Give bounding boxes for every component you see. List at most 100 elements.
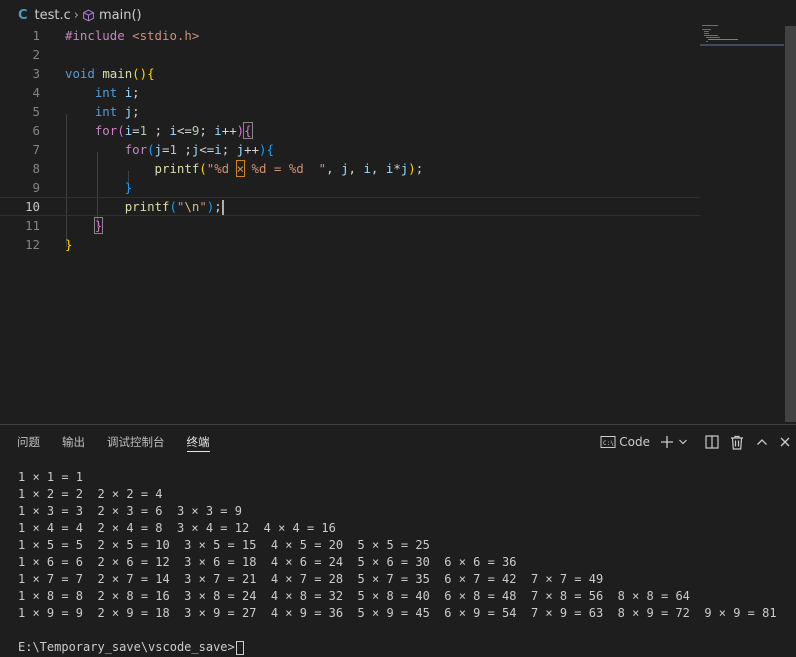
panel-tabs: 问题 输出 调试控制台 终端	[0, 425, 560, 459]
code-line[interactable]: 8 printf("%d × %d = %d ", j, i, i*j);	[0, 159, 700, 178]
code-token: main	[102, 66, 133, 81]
svg-text:C:\: C:\	[603, 440, 614, 447]
panel-tab[interactable]: 问题	[17, 425, 40, 459]
code-token: ()	[132, 66, 148, 81]
code-token: )	[259, 142, 267, 157]
code-token: <=	[176, 123, 192, 138]
code-token: j	[341, 161, 349, 176]
code-text: #include <stdio.h>	[65, 26, 199, 45]
minimap-slider[interactable]	[700, 44, 784, 46]
code-line[interactable]: 11 }	[0, 216, 700, 235]
code-token: printf	[154, 161, 200, 176]
line-number: 7	[32, 142, 40, 157]
terminal-line: 1 × 7 = 7 2 × 7 = 14 3 × 7 = 21 4 × 7 = …	[18, 572, 604, 586]
code-text: }	[65, 216, 104, 235]
code-token: <stdio.h>	[132, 28, 200, 43]
code-line[interactable]: 5 int j;	[0, 102, 700, 121]
code-token: ;	[199, 123, 215, 138]
code-token: "%d	[206, 161, 237, 176]
code-token: ,	[348, 161, 364, 176]
code-token: *	[393, 161, 401, 176]
terminal-cmd-icon: C:\	[600, 436, 616, 448]
code-token: ++	[221, 123, 237, 138]
code-token: ;	[132, 85, 140, 100]
panel-tab[interactable]: 输出	[62, 425, 85, 459]
panel-tab[interactable]: 终端	[186, 425, 210, 459]
terminal-line: 1 × 2 = 2 2 × 2 = 4	[18, 487, 163, 501]
code-token: )	[408, 161, 416, 176]
code-token: ;	[176, 142, 192, 157]
code-text: for(i=1 ; i<=9; i++){	[65, 121, 253, 140]
line-number: 1	[32, 28, 40, 43]
line-number: 4	[32, 85, 40, 100]
code-line[interactable]: 7 for(j=1 ;j<=i; j++){	[0, 140, 700, 159]
code-token: (	[169, 199, 177, 214]
code-token: {	[147, 66, 155, 81]
c-file-icon: C	[18, 7, 28, 23]
terminal-line: 1 × 9 = 9 2 × 9 = 18 3 × 9 = 27 4 × 9 = …	[18, 606, 777, 620]
chevron-down-icon[interactable]	[676, 431, 690, 453]
code-line[interactable]: 9 }	[0, 178, 700, 197]
code-token: i	[214, 142, 222, 157]
code-editor[interactable]: 1 #include <stdio.h> 2 3 void main(){4 int i…	[0, 26, 796, 422]
code-token: (	[199, 161, 207, 176]
line-number: 12	[25, 237, 40, 252]
line-number: 2	[32, 47, 40, 62]
bottom-panel: 问题 输出 调试控制台 终端 C:\ Code 1 × 1 = 11 × 2 =…	[0, 424, 796, 657]
code-token: for	[124, 142, 148, 157]
code-line[interactable]: 4 int i;	[0, 83, 700, 102]
terminal-output[interactable]: 1 × 1 = 1 1 × 2 = 2 2 × 2 = 4 1 × 3 = 3 2 …	[18, 469, 788, 656]
line-number: 9	[32, 180, 40, 195]
code-token: i	[214, 123, 222, 138]
maximize-panel-icon[interactable]	[750, 431, 774, 453]
code-text: for(j=1 ;j<=i; j++){	[65, 140, 274, 159]
code-token: ++	[244, 142, 260, 157]
line-number: 6	[32, 123, 40, 138]
terminal-prompt-line[interactable]: E:\Temporary_save\vscode_save>	[18, 639, 788, 656]
code-token: }	[65, 237, 73, 252]
terminal-profile-button[interactable]: C:\ Code	[600, 431, 650, 453]
code-token: ;	[214, 199, 222, 214]
scrollbar-thumb[interactable]	[785, 26, 796, 422]
code-token: =	[132, 123, 140, 138]
line-number: 8	[32, 161, 40, 176]
terminal-line: 1 × 3 = 3 2 × 3 = 6 3 × 3 = 9	[18, 504, 242, 518]
code-text: printf("%d × %d = %d ", j, i, i*j);	[65, 159, 423, 178]
line-number: 11	[25, 218, 40, 233]
code-line[interactable]: 12}	[0, 235, 700, 254]
breadcrumb-symbol[interactable]: main()	[99, 8, 142, 23]
terminal-profile-label: Code	[619, 435, 650, 449]
code-line[interactable]: 1 #include <stdio.h>	[0, 26, 700, 45]
code-token: void	[65, 66, 103, 81]
code-token: %d = %d "	[244, 161, 327, 176]
code-text: }	[65, 178, 132, 197]
trash-icon[interactable]	[724, 431, 750, 453]
code-token: 1	[169, 142, 177, 157]
editor-scrollbar[interactable]	[784, 26, 796, 422]
code-token: printf	[124, 199, 170, 214]
code-token: i	[363, 161, 371, 176]
add-terminal-icon[interactable]	[658, 431, 676, 453]
code-token: {	[266, 142, 274, 157]
close-panel-icon[interactable]	[774, 431, 796, 453]
code-token: #include	[65, 28, 133, 43]
terminal-line: 1 × 6 = 6 2 × 6 = 12 3 × 6 = 18 4 × 6 = …	[18, 555, 517, 569]
minimap[interactable]	[700, 24, 784, 50]
split-terminal-icon[interactable]	[700, 431, 724, 453]
cube-icon	[82, 9, 95, 22]
code-token: <=	[199, 142, 215, 157]
code-line[interactable]: 6 for(i=1 ; i<=9; i++){	[0, 121, 700, 140]
code-token: ×	[235, 160, 246, 177]
breadcrumb-file[interactable]: test.c	[35, 8, 71, 23]
chevron-right-icon: ›	[73, 7, 79, 23]
code-line[interactable]: 10 printf("\n");	[0, 197, 700, 216]
code-line[interactable]: 3 void main(){	[0, 64, 700, 83]
code-token: i	[169, 123, 177, 138]
panel-tab[interactable]: 调试控制台	[107, 425, 165, 459]
code-line[interactable]: 2	[0, 45, 700, 64]
code-text: }	[65, 235, 72, 254]
